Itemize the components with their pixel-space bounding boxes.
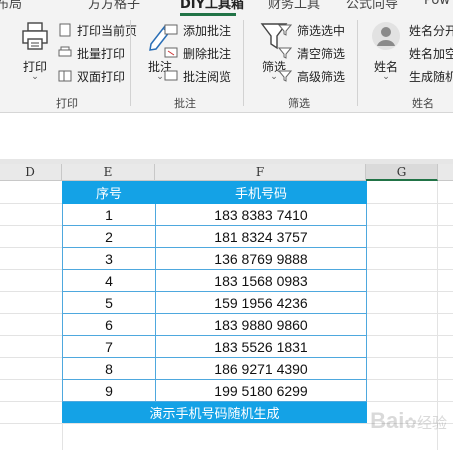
batch-print-icon [58, 46, 72, 57]
column-header-e[interactable]: E [62, 164, 155, 181]
column-header-next[interactable] [438, 164, 453, 181]
index-cell[interactable]: 9 [62, 379, 156, 402]
name-group-label: 姓名 [412, 97, 434, 110]
phone-cell[interactable]: 199 5180 6299 [155, 379, 367, 402]
duplex-print-label: 双面打印 [77, 70, 126, 84]
advanced-filter-icon [278, 70, 292, 82]
index-cell[interactable]: 6 [62, 313, 156, 336]
add-comment-icon [164, 24, 178, 35]
split-name-label: 姓名分开 [409, 24, 453, 38]
phone-cell[interactable]: 181 8324 3757 [155, 225, 367, 248]
view-comments-icon [164, 70, 178, 81]
batch-print-label: 批量打印 [77, 47, 126, 61]
index-cell[interactable]: 1 [62, 203, 156, 226]
index-cell[interactable]: 2 [62, 225, 156, 248]
table-row: 2 181 8324 3757 [62, 225, 367, 248]
baidu-jingyan-watermark: Bai✿经验 [370, 408, 447, 434]
phone-cell[interactable]: 183 9880 9860 [155, 313, 367, 336]
index-cell[interactable]: 8 [62, 357, 156, 380]
person-icon [372, 22, 400, 50]
index-cell[interactable]: 5 [62, 291, 156, 314]
name-add-space-label: 姓名加空 [409, 47, 453, 61]
header-cell-index[interactable]: 序号 [62, 181, 156, 204]
table-row: 8 186 9271 4390 [62, 357, 367, 380]
advanced-filter-label: 高级筛选 [297, 70, 346, 84]
delete-comment-label: 删除批注 [183, 47, 232, 61]
duplex-print-icon [58, 70, 72, 82]
tab-power[interactable]: Pow [424, 0, 450, 8]
table-row: 5 159 1956 4236 [62, 291, 367, 314]
column-header-f[interactable]: F [155, 164, 366, 181]
group-divider [130, 20, 131, 106]
formula-bar-area [0, 113, 453, 159]
tab-layout[interactable]: 布局 [0, 0, 22, 12]
chevron-down-icon: ⌄ [382, 72, 390, 82]
group-divider [357, 20, 358, 106]
print-current-page-label: 打印当前页 [77, 24, 138, 38]
index-cell[interactable]: 3 [62, 247, 156, 270]
ribbon-panel: 打印 ⌄ 打印当前页 批量打印 双面打印 打印 批注 ⌄ 添加批注 删除批注 批… [0, 16, 453, 113]
table-caption-cell[interactable]: 演示手机号码随机生成 [62, 401, 367, 423]
paw-icon: ✿ [404, 415, 417, 432]
comment-group-label: 批注 [174, 97, 196, 110]
tab-diy-toolbox[interactable]: DIY工具箱 [180, 0, 244, 12]
printer-icon [22, 22, 48, 50]
phone-cell[interactable]: 183 8383 7410 [155, 203, 367, 226]
ribbon-tab-bar: 布局 方方格子 DIY工具箱 财务工具 公式向导 Pow [0, 0, 453, 16]
filter-group-label: 筛选 [288, 97, 310, 110]
phone-number-table: 序号 手机号码 1 183 8383 7410 2 181 8324 3757 … [62, 181, 367, 423]
phone-cell[interactable]: 183 5526 1831 [155, 335, 367, 358]
phone-cell[interactable]: 186 9271 4390 [155, 357, 367, 380]
print-group-label: 打印 [56, 97, 78, 110]
table-row: 4 183 1568 0983 [62, 269, 367, 292]
clear-filter-label: 清空筛选 [297, 47, 346, 61]
filter-selected-icon [278, 24, 292, 36]
tab-finance-tools[interactable]: 财务工具 [268, 0, 320, 12]
add-comment-label: 添加批注 [183, 24, 232, 38]
watermark-brand: Bai [370, 408, 405, 433]
worksheet[interactable]: D E F G 序号 手机号码 1 183 8383 7410 2 181 83… [0, 164, 453, 450]
table-row: 1 183 8383 7410 [62, 203, 367, 226]
tab-formula-wizard[interactable]: 公式向导 [346, 0, 398, 12]
page-icon [59, 23, 71, 37]
column-header-g[interactable]: G [366, 164, 438, 181]
filter-selected-label: 筛选选中 [297, 24, 346, 38]
phone-cell[interactable]: 183 1568 0983 [155, 269, 367, 292]
chevron-down-icon: ⌄ [31, 72, 39, 82]
index-cell[interactable]: 4 [62, 269, 156, 292]
tab-fangfangezi[interactable]: 方方格子 [88, 0, 140, 12]
phone-cell[interactable]: 136 8769 9888 [155, 247, 367, 270]
header-cell-phone[interactable]: 手机号码 [155, 181, 367, 204]
clear-filter-icon [278, 47, 292, 59]
group-divider [243, 20, 244, 106]
watermark-suffix: 经验 [416, 415, 447, 432]
table-footer-row: 演示手机号码随机生成 [62, 401, 367, 423]
column-header-d[interactable]: D [0, 164, 62, 181]
phone-cell[interactable]: 159 1956 4236 [155, 291, 367, 314]
index-cell[interactable]: 7 [62, 335, 156, 358]
table-header-row: 序号 手机号码 [62, 181, 367, 204]
generate-random-name-label: 生成随机 [409, 70, 453, 84]
view-comments-label: 批注阅览 [183, 70, 232, 84]
table-row: 7 183 5526 1831 [62, 335, 367, 358]
print-button[interactable]: 打印 ⌄ [14, 20, 56, 86]
delete-comment-icon [164, 47, 178, 58]
table-row: 6 183 9880 9860 [62, 313, 367, 336]
name-button[interactable]: 姓名 ⌄ [365, 20, 407, 86]
table-row: 9 199 5180 6299 [62, 379, 367, 402]
table-row: 3 136 8769 9888 [62, 247, 367, 270]
